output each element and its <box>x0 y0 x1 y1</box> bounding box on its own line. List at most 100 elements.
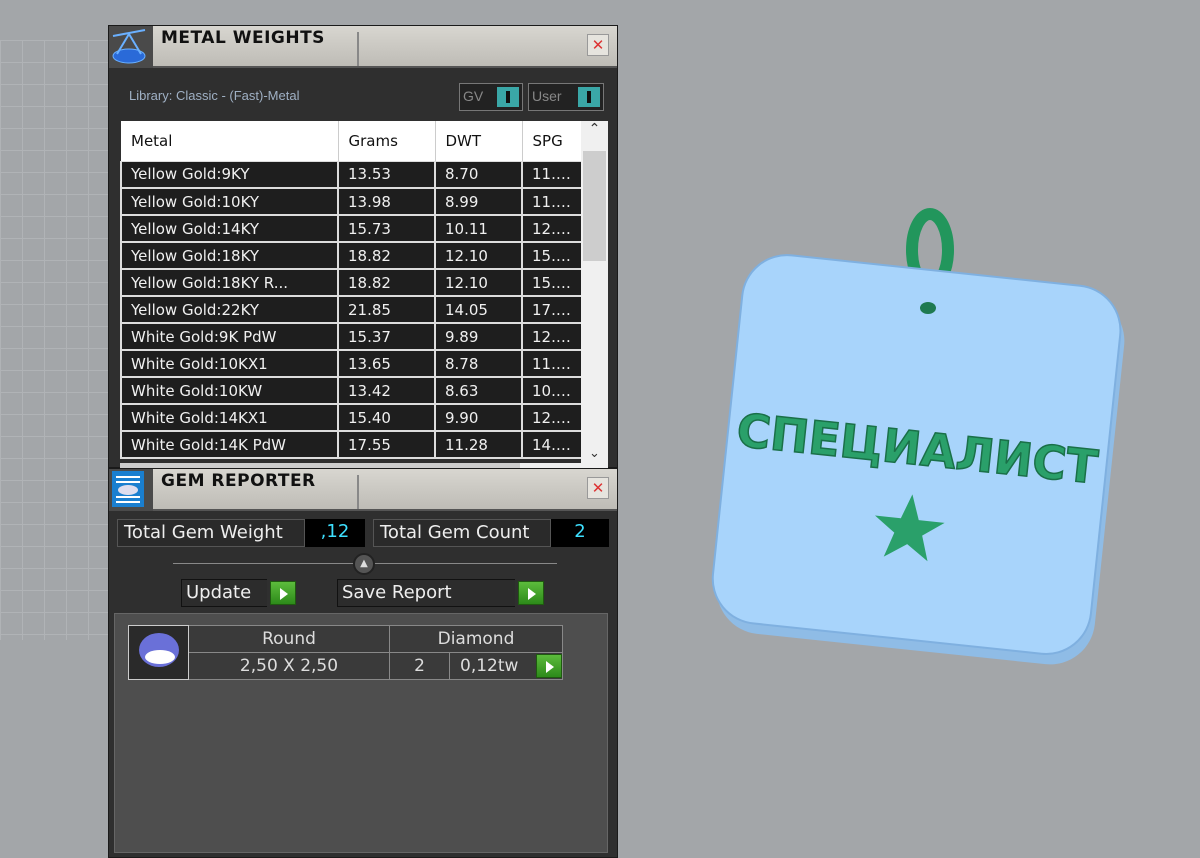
round-gem-icon <box>138 633 179 667</box>
cell-grams: 13.98 <box>337 187 436 216</box>
cell-dwt: 9.90 <box>434 403 523 432</box>
scale-icon <box>109 26 153 68</box>
library-label: Library: Classic - (Fast)-Metal <box>129 88 300 103</box>
cell-spg: 14.37 <box>521 430 583 459</box>
cell-spg: 15.41 <box>521 268 583 297</box>
scroll-thumb[interactable] <box>583 151 606 261</box>
cell-dwt: 8.78 <box>434 349 523 378</box>
gem-entry[interactable]: Round Diamond 2,50 X 2,50 2 0,12tw <box>128 625 563 680</box>
user-toggle-label: User <box>532 88 562 104</box>
update-go-button[interactable] <box>270 581 296 605</box>
panel-title: METAL WEIGHTS <box>161 28 325 48</box>
metal-weights-panel: METAL WEIGHTS ✕ Library: Classic - (Fast… <box>108 25 618 469</box>
gem-reporter-titlebar[interactable]: GEM REPORTER ✕ <box>109 469 617 511</box>
save-report-button[interactable]: Save Report <box>337 579 515 607</box>
cell-dwt: 11.28 <box>434 430 523 459</box>
cell-metal: Yellow Gold:9KY <box>120 160 339 189</box>
cell-metal: Yellow Gold:14KY <box>120 214 339 243</box>
cell-grams: 15.40 <box>337 403 436 432</box>
cell-spg: 12.59 <box>521 322 583 351</box>
gem-shape: Round <box>188 625 390 653</box>
cell-metal: Yellow Gold:22KY <box>120 295 339 324</box>
title-divider <box>357 475 359 509</box>
gem-type: Diamond <box>389 625 563 653</box>
cell-metal: White Gold:14KX1 <box>120 403 339 432</box>
cell-grams: 13.42 <box>337 376 436 405</box>
save-report-go-button[interactable] <box>518 581 544 605</box>
cell-grams: 13.65 <box>337 349 436 378</box>
gem-list-area: Round Diamond 2,50 X 2,50 2 0,12tw <box>114 613 608 853</box>
table-row[interactable]: White Gold:10KX1 13.65 8.78 11.18 <box>120 349 583 378</box>
cell-spg: 12.61 <box>521 403 583 432</box>
metal-weights-titlebar[interactable]: METAL WEIGHTS ✕ <box>109 26 617 68</box>
cell-dwt: 12.10 <box>434 241 523 270</box>
viewport-grid <box>0 40 120 640</box>
cell-dwt: 12.10 <box>434 268 523 297</box>
total-gem-count-label: Total Gem Count <box>373 519 551 547</box>
table-row[interactable]: White Gold:14K PdW 17.55 11.28 14.37 <box>120 430 583 459</box>
table-row[interactable]: White Gold:9K PdW 15.37 9.89 12.59 <box>120 322 583 351</box>
cell-dwt: 10.11 <box>434 214 523 243</box>
cell-metal: White Gold:10KW <box>120 376 339 405</box>
total-gem-count-value: 2 <box>551 519 609 547</box>
user-toggle[interactable]: User <box>528 83 604 111</box>
update-button[interactable]: Update <box>181 579 267 607</box>
column-header-spg[interactable]: SPG <box>522 121 583 161</box>
cell-spg: 11.45 <box>521 187 583 216</box>
gem-size: 2,50 X 2,50 <box>188 652 390 680</box>
scroll-down-icon[interactable]: ⌄ <box>581 446 608 461</box>
pendant-model: СПЕЦИАЛИСТ <box>711 208 1125 665</box>
table-row[interactable]: White Gold:14KX1 15.40 9.90 12.61 <box>120 403 583 432</box>
scroll-up-icon[interactable]: ⌃ <box>581 121 608 137</box>
cell-dwt: 9.89 <box>434 322 523 351</box>
cell-metal: White Gold:10KX1 <box>120 349 339 378</box>
cell-metal: White Gold:9K PdW <box>120 322 339 351</box>
column-header-metal[interactable]: Metal <box>121 121 339 161</box>
vertical-scrollbar[interactable]: ⌃ ⌄ <box>581 121 608 463</box>
gem-weight: 0,12tw <box>460 656 519 676</box>
gv-toggle[interactable]: GV <box>459 83 523 111</box>
cell-spg: 11.18 <box>521 349 583 378</box>
table-row[interactable]: Yellow Gold:18KY R... 18.82 12.10 15.41 <box>120 268 583 297</box>
cell-grams: 18.82 <box>337 241 436 270</box>
report-icon <box>109 469 153 511</box>
panel-title: GEM REPORTER <box>161 471 316 491</box>
collapse-handle[interactable]: ▲ <box>353 553 375 575</box>
close-button[interactable]: ✕ <box>587 34 609 56</box>
gem-thumbnail <box>128 625 189 680</box>
cell-metal: Yellow Gold:18KY R... <box>120 268 339 297</box>
column-header-grams[interactable]: Grams <box>338 121 436 161</box>
table-row[interactable]: White Gold:10KW 13.42 8.63 10.99 <box>120 376 583 405</box>
gem-count: 2 <box>389 652 450 680</box>
cell-spg: 11.08 <box>521 160 583 189</box>
close-button[interactable]: ✕ <box>587 477 609 499</box>
cell-dwt: 8.99 <box>434 187 523 216</box>
column-header-dwt[interactable]: DWT <box>435 121 523 161</box>
cell-metal: White Gold:14K PdW <box>120 430 339 459</box>
table-row[interactable]: Yellow Gold:14KY 15.73 10.11 12.88 <box>120 214 583 243</box>
table-row[interactable]: Yellow Gold:18KY 18.82 12.10 15.41 <box>120 241 583 270</box>
cell-metal: Yellow Gold:18KY <box>120 241 339 270</box>
total-gem-weight-label: Total Gem Weight <box>117 519 305 547</box>
cell-grams: 15.37 <box>337 322 436 351</box>
cell-grams: 15.73 <box>337 214 436 243</box>
total-gem-weight-value: ,12 <box>305 519 365 547</box>
cell-dwt: 14.05 <box>434 295 523 324</box>
metal-table: Metal Grams DWT SPG Yellow Gold:9KY 13.53… <box>120 121 583 459</box>
table-row[interactable]: Yellow Gold:10KY 13.98 8.99 11.45 <box>120 187 583 216</box>
toggle-switch <box>497 87 519 107</box>
gem-go-button[interactable] <box>536 654 562 678</box>
cell-spg: 15.41 <box>521 241 583 270</box>
table-row[interactable]: Yellow Gold:9KY 13.53 8.70 11.08 <box>120 160 583 189</box>
cell-spg: 10.99 <box>521 376 583 405</box>
cell-dwt: 8.70 <box>434 160 523 189</box>
cell-metal: Yellow Gold:10KY <box>120 187 339 216</box>
cell-dwt: 8.63 <box>434 376 523 405</box>
cell-spg: 17.89 <box>521 295 583 324</box>
cell-grams: 18.82 <box>337 268 436 297</box>
table-row[interactable]: Yellow Gold:22KY 21.85 14.05 17.89 <box>120 295 583 324</box>
gv-toggle-label: GV <box>463 88 484 104</box>
cell-grams: 21.85 <box>337 295 436 324</box>
cell-grams: 17.55 <box>337 430 436 459</box>
title-divider <box>357 32 359 66</box>
